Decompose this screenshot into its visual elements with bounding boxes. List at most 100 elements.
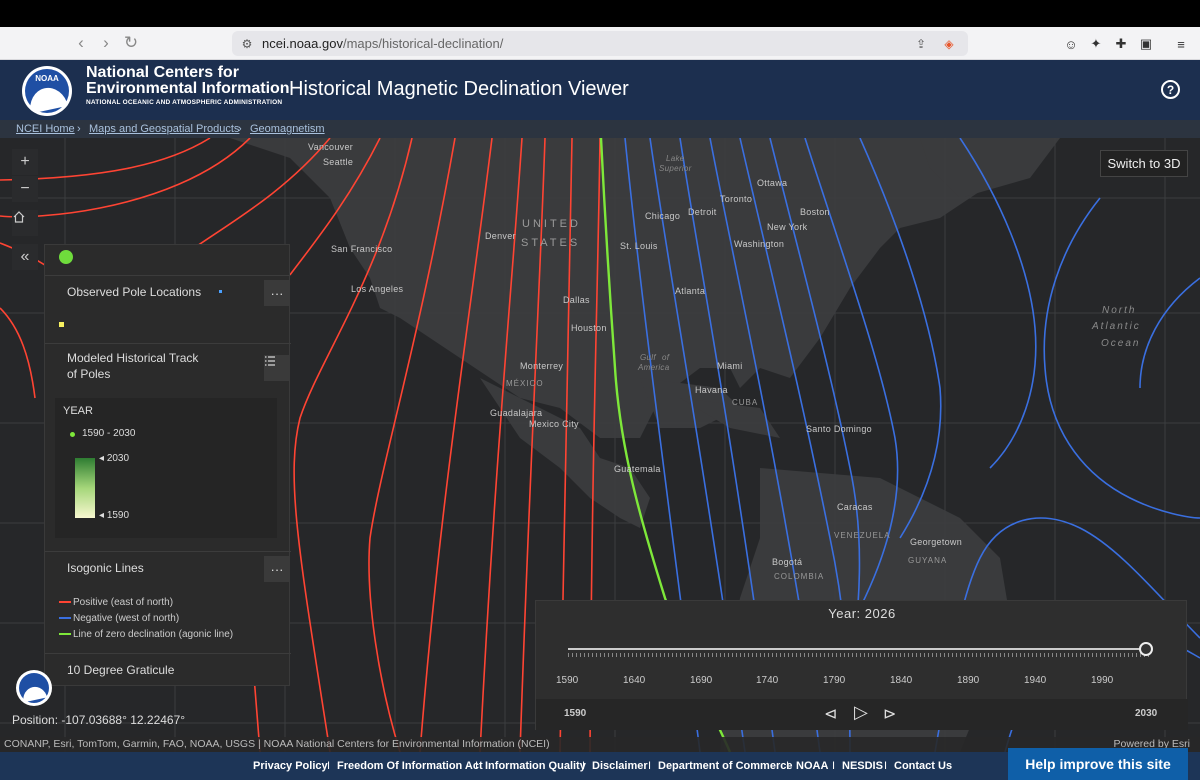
url-text: ncei.noaa.gov/maps/historical-declinatio… — [262, 36, 503, 51]
grad-max-value: 2030 — [106, 453, 130, 464]
map-label-city: St. Louis — [620, 241, 658, 251]
breadcrumb-geomagnetism[interactable]: Geomagnetism — [250, 123, 325, 135]
negative-line-icon — [59, 617, 71, 620]
agonic-line-icon — [59, 633, 71, 636]
list-icon — [265, 356, 275, 366]
footer-link-contact[interactable]: Contact Us — [894, 760, 952, 772]
slider-track[interactable] — [568, 648, 1152, 650]
map-label-city: Toronto — [720, 194, 753, 204]
observed-pole-dot-icon — [219, 290, 222, 293]
legend-isogonic: Isogonic Lines ··· Positive (east of nor… — [45, 551, 291, 653]
slider-tick-label: 1740 — [756, 675, 779, 686]
back-icon[interactable]: ‹ — [70, 33, 92, 53]
noaa-small-logo — [16, 670, 52, 706]
time-slider-panel: Year: 2026 1590 1640 1690 1740 1790 1840… — [535, 600, 1188, 730]
zoom-in-button[interactable]: + — [12, 149, 38, 175]
year-label: YEAR — [63, 405, 93, 417]
footer-separator: I — [884, 760, 888, 772]
map-label-country: STATES — [521, 237, 581, 249]
footer-link-privacy[interactable]: Privacy Policy — [253, 760, 328, 772]
map-label-city: Mexico City — [529, 419, 579, 429]
map-label-country: UNITED — [522, 218, 581, 230]
year-range: 1590 - 2030 — [82, 428, 136, 439]
breadcrumb: NCEI Home › Maps and Geospatial Products… — [0, 120, 1200, 138]
footer-link-foia[interactable]: Freedom Of Information Act — [337, 760, 483, 772]
map-label-water: Atlantic — [1092, 321, 1141, 332]
iso-key-label: Positive (east of north) — [73, 597, 174, 608]
slider-tick-label: 1840 — [890, 675, 913, 686]
url-domain: ncei.noaa.gov — [262, 36, 343, 51]
observed-pole-square-icon — [59, 322, 64, 327]
legend-modeled-track: Modeled Historical Track of Poles YEAR 1… — [45, 343, 291, 551]
footer-link-info-quality[interactable]: Information Quality — [485, 760, 586, 772]
positive-line-icon — [59, 601, 71, 604]
share-icon[interactable]: ⇪ — [912, 35, 930, 53]
pole-marker-icon — [59, 250, 73, 264]
forward-icon[interactable]: › — [95, 33, 117, 53]
slider-tick-label: 1690 — [690, 675, 713, 686]
legend-graticule: 10 Degree Graticule — [45, 653, 291, 686]
footer-link-disclaimer[interactable]: Disclaimer — [592, 760, 648, 772]
site-header: NOAA National Centers for Environmental … — [0, 60, 1200, 120]
browser-toolbar: ‹ › ↻ ⚙ ncei.noaa.gov/maps/historical-de… — [0, 27, 1200, 60]
brave-shield-icon[interactable]: ◈ — [940, 35, 958, 53]
footer-link-nesdis[interactable]: NESDIS — [842, 760, 883, 772]
footer-separator: I — [582, 760, 586, 772]
map-label-city: Guatemala — [614, 464, 661, 474]
map-label-city: Monterrey — [520, 361, 564, 371]
extensions-puzzle-icon[interactable]: ✚ — [1112, 35, 1130, 53]
footer-link-noaa[interactable]: NOAA — [796, 760, 828, 772]
help-improve-button[interactable]: Help improve this site — [1008, 748, 1188, 780]
next-button[interactable]: ⊳ — [883, 704, 896, 724]
noaa-logo[interactable]: NOAA — [22, 66, 72, 116]
map-label-city: Seattle — [323, 157, 354, 167]
slider-controls: 1590 ⊲ ▷ ⊳ 2030 — [536, 699, 1188, 730]
org-name-line1: National Centers for — [86, 64, 239, 81]
legend-list-button[interactable] — [264, 355, 290, 381]
map-label-city: Atlanta — [675, 286, 706, 296]
map-label-city: Dallas — [563, 295, 590, 305]
address-bar[interactable]: ⚙ ncei.noaa.gov/maps/historical-declinat… — [232, 31, 968, 56]
slider-tick-label: 1940 — [1024, 675, 1047, 686]
map-label-city: Havana — [695, 385, 728, 395]
map-label-water: Ocean — [1101, 338, 1141, 349]
map-label-city: Georgetown — [910, 537, 963, 547]
slider-tick-label: 1590 — [556, 675, 579, 686]
map-label-water: America — [638, 363, 670, 372]
layer-options-button[interactable]: ··· — [264, 280, 290, 306]
home-button[interactable] — [12, 210, 38, 236]
zoom-out-button[interactable]: − — [12, 176, 38, 202]
map-label-city: Los Angeles — [351, 284, 404, 294]
grad-min-label: ◂ 1590 — [99, 510, 130, 521]
footer-link-commerce[interactable]: Department of Commerce — [658, 760, 792, 772]
layer-options-button[interactable]: ··· — [264, 556, 290, 582]
help-button[interactable]: ? — [1161, 80, 1180, 99]
map-label-city: Chicago — [645, 211, 681, 221]
reload-icon[interactable]: ↻ — [120, 33, 142, 53]
map-label-water: Superior — [659, 164, 692, 173]
site-settings-icon[interactable]: ⚙ — [238, 35, 256, 53]
map-label-city: Santo Domingo — [806, 424, 872, 434]
slider-tick-label: 1990 — [1091, 675, 1114, 686]
page-title: Historical Magnetic Declination Viewer — [289, 78, 629, 100]
map-label-city: New York — [767, 222, 808, 232]
sidebar-icon[interactable]: ▣ — [1137, 35, 1155, 53]
footer-separator: I — [786, 760, 790, 772]
play-button[interactable]: ▷ — [854, 702, 868, 723]
breadcrumb-ncei-home[interactable]: NCEI Home — [16, 123, 75, 135]
extension-icon-1[interactable]: ☺ — [1062, 35, 1080, 53]
breadcrumb-maps[interactable]: Maps and Geospatial Products — [89, 123, 239, 135]
footer-separator: I — [832, 760, 836, 772]
footer-separator: I — [475, 760, 479, 772]
menu-icon[interactable]: ≡ — [1172, 35, 1190, 53]
extension-icon-2[interactable]: ✦ — [1087, 35, 1105, 53]
collapse-legend-button[interactable]: « — [12, 244, 38, 270]
map-view[interactable]: Vancouver Seattle San Francisco Los Ange… — [0, 138, 1200, 752]
map-label-city: Houston — [571, 323, 607, 333]
slider-tick-label: 1790 — [823, 675, 846, 686]
switch-3d-button[interactable]: Switch to 3D — [1100, 150, 1188, 177]
map-label-city: Caracas — [837, 502, 873, 512]
grad-min-value: 1590 — [106, 510, 130, 521]
iso-key-agonic: Line of zero declination (agonic line) — [59, 629, 233, 640]
previous-button[interactable]: ⊲ — [824, 704, 837, 724]
